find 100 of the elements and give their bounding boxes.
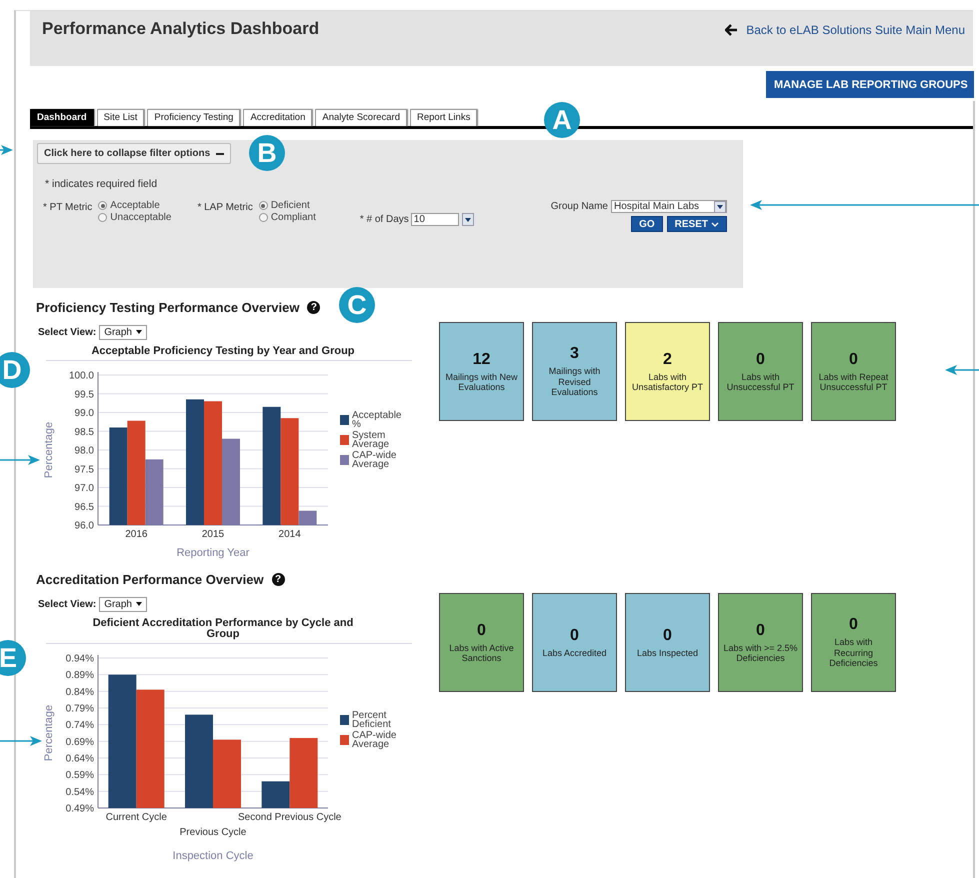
tab[interactable]: Analyte Scorecard xyxy=(315,109,407,126)
axis-tick-label: 0.64% xyxy=(66,754,94,764)
annotation-arrow xyxy=(0,145,13,155)
tile-value: 0 xyxy=(756,622,765,640)
axis-tick-label: 0.69% xyxy=(66,736,94,748)
metric-tile[interactable]: 0 Labs with >= 2.5% Deficiencies xyxy=(718,593,803,692)
axis-tick-label: 0.94% xyxy=(66,654,94,664)
tile-label: Labs Accredited xyxy=(542,648,607,658)
back-link[interactable]: Back to eLAB Solutions Suite Main Menu xyxy=(746,23,965,37)
manage-groups-button[interactable]: MANAGE LAB REPORTING GROUPS xyxy=(766,71,974,98)
field-label: Group Name xyxy=(550,201,608,212)
legend-label: CAP-wide Average xyxy=(352,731,398,749)
axis-tick-label: Current Cycle xyxy=(106,812,167,823)
tile-value: 0 xyxy=(849,616,858,634)
chart-title: Acceptable Proficiency Testing by Year and Group xyxy=(90,346,356,359)
axis-tick-label: 96.0 xyxy=(74,520,94,532)
tile-value: 0 xyxy=(570,626,579,645)
metric-tile[interactable]: 0 Labs Inspected xyxy=(625,593,710,692)
axis-tick-label: 0.79% xyxy=(66,704,94,714)
callout-badge: C xyxy=(339,287,375,323)
annotation-arrow xyxy=(0,736,42,746)
reset-button[interactable]: RESET xyxy=(666,216,727,232)
metric-tile[interactable]: 12 Mailings with New Evaluations xyxy=(439,322,524,421)
field-label: Select View: xyxy=(38,326,96,338)
minus-icon xyxy=(216,152,224,154)
axis-tick-label: 0.74% xyxy=(66,720,94,732)
radio-button[interactable] xyxy=(258,213,268,222)
dropdown-button[interactable] xyxy=(462,213,474,226)
axis-tick-label: 2015 xyxy=(202,529,224,540)
view-dropdown[interactable]: Graph xyxy=(99,596,147,612)
page-title: Performance Analytics Dashboard xyxy=(42,19,320,39)
metric-tile[interactable]: 0 Labs with Repeat Unsuccessful PT xyxy=(811,322,896,421)
axis-tick-label: 100.0 xyxy=(68,370,94,382)
tile-value: 0 xyxy=(477,622,486,640)
legend-swatch xyxy=(340,415,349,425)
axis-tick-label: 0.54% xyxy=(66,786,94,798)
tab[interactable]: Report Links xyxy=(410,109,478,126)
legend-label: Acceptable % xyxy=(352,411,402,429)
radio-label: Acceptable xyxy=(110,200,160,211)
collapse-filter-button[interactable]: Click here to collapse filter options xyxy=(37,143,232,164)
go-button[interactable]: GO xyxy=(631,216,663,232)
field-label: * # of Days xyxy=(360,214,409,225)
legend-label: CAP-wide Average xyxy=(352,451,398,469)
radio-label: Compliant xyxy=(270,212,316,223)
metric-tile[interactable]: 2 Labs with Unsatisfactory PT xyxy=(625,322,710,421)
callout-badge: A xyxy=(544,102,580,138)
radio-button[interactable] xyxy=(258,201,268,210)
axis-tick-label: 0.89% xyxy=(66,670,94,682)
metric-tile[interactable]: 0 Labs with Unsuccessful PT xyxy=(718,322,803,421)
field-label: Select View: xyxy=(38,598,96,610)
axis-tick-label: Second Previous Cycle xyxy=(238,812,342,823)
radio-button[interactable] xyxy=(98,213,108,222)
legend-label: Percent Deficient xyxy=(352,711,392,729)
tab[interactable]: Accreditation xyxy=(243,109,312,126)
tile-label: Labs Inspected xyxy=(636,648,698,658)
radio-button[interactable] xyxy=(98,201,108,210)
chart-title: Deficient Accreditation Performance by Cycle and Group xyxy=(92,618,354,642)
axis-title: Inspection Cycle xyxy=(172,850,254,862)
tile-label: Mailings with Revised Evaluations xyxy=(548,366,602,398)
metric-tile[interactable]: 0 Labs with Recurring Deficiencies xyxy=(811,593,896,692)
axis-tick-label: 98.0 xyxy=(74,446,94,456)
tile-value: 12 xyxy=(472,350,490,368)
axis-tick-label: 98.5 xyxy=(74,426,94,438)
axis-title: Reporting Year xyxy=(176,547,250,559)
metric-tile[interactable]: 0 Labs Accredited xyxy=(532,593,617,692)
annotation-arrow xyxy=(945,365,979,375)
axis-tick-label: 99.5 xyxy=(74,389,94,400)
tile-label: Labs with Unsuccessful PT xyxy=(726,372,796,392)
radio-label: Deficient xyxy=(270,200,310,211)
tab[interactable]: Proficiency Testing xyxy=(147,109,240,126)
axis-tick-label: 0.49% xyxy=(66,804,94,814)
view-dropdown[interactable]: Graph xyxy=(99,324,147,340)
tile-value: 3 xyxy=(570,345,579,364)
help-icon[interactable]: ? xyxy=(307,300,320,314)
axis-tick-label: 2014 xyxy=(278,529,301,540)
tile-label: Labs with Active Sanctions xyxy=(448,642,515,664)
tile-label: Labs with >= 2.5% Deficiencies xyxy=(722,642,799,664)
help-icon[interactable]: ? xyxy=(272,572,285,586)
tab[interactable]: Site List xyxy=(96,109,144,126)
legend-swatch xyxy=(340,435,349,445)
axis-title: Percentage xyxy=(43,704,55,762)
legend-label: System Average xyxy=(352,431,390,449)
axis-tick-label: 96.5 xyxy=(74,502,94,513)
section-title: Accreditation Performance Overview xyxy=(36,572,264,586)
metric-tile[interactable]: 0 Labs with Active Sanctions xyxy=(439,593,524,692)
callout-badge: E xyxy=(0,640,26,676)
back-arrow-icon xyxy=(725,24,738,36)
axis-tick-label: Previous Cycle xyxy=(180,827,246,838)
axis-tick-label: 2016 xyxy=(125,529,148,540)
chevron-icon xyxy=(711,222,719,226)
metric-tile[interactable]: 3 Mailings with Revised Evaluations xyxy=(532,322,617,421)
tab[interactable]: Dashboard xyxy=(30,109,94,126)
axis-tick-label: 0.84% xyxy=(66,686,94,698)
axis-tick-label: 99.0 xyxy=(74,408,94,419)
chart-bar xyxy=(213,740,241,808)
days-field[interactable]: 10 xyxy=(410,213,459,226)
required-note: * indicates required field xyxy=(45,178,158,190)
group-name-dropdown[interactable]: Hospital Main Labs xyxy=(611,200,727,213)
axis-title: Percentage xyxy=(43,422,55,478)
callout-badge: D xyxy=(0,352,30,388)
